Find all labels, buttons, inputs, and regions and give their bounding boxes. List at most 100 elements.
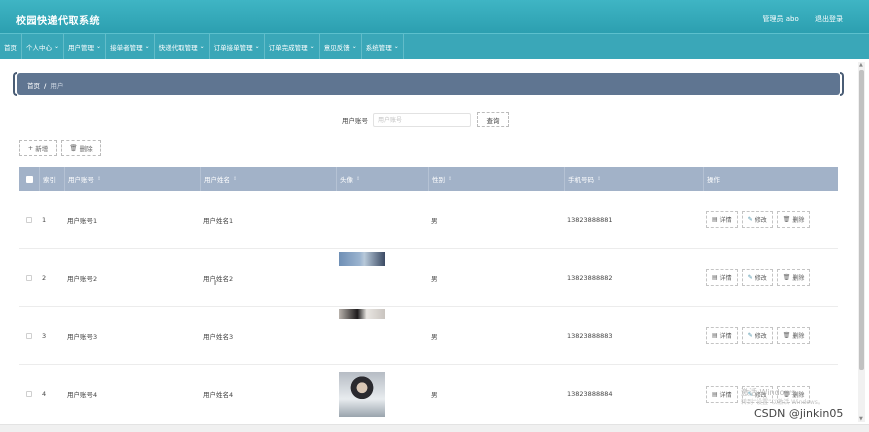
search-button[interactable]: 查询 — [477, 112, 509, 127]
row-edit-button[interactable]: ✎ 修改 — [741, 211, 773, 228]
col-gender-header[interactable]: 性别 ⇕ — [428, 167, 564, 191]
row-name: 用户姓名2 — [203, 274, 234, 283]
nav-item-8[interactable]: 系统管理 ⌄ — [362, 34, 404, 59]
row-phone: 13823888883 — [567, 331, 613, 340]
user-avatar-image — [339, 371, 385, 417]
app-root: 校园快递代取系统 管理员 abo 退出登录 首页 个人中心 ⌄ 用户管理 ⌄ 接单者管理 ⌄… — [0, 0, 869, 432]
main-nav: 首页 个人中心 ⌄ 用户管理 ⌄ 接单者管理 ⌄ 快递代取管理 ⌄ 订单接单管理 ⌄ 订单完成管理 ⌄ 意… — [0, 33, 869, 59]
search-input[interactable] — [373, 113, 471, 127]
row-phone: 13823888882 — [567, 273, 613, 282]
vertical-scrollbar[interactable]: ▲ ▼ — [858, 62, 865, 422]
row-account: 用户账号3 — [67, 332, 98, 341]
row-delete-button[interactable]: 🗑 删除 — [776, 269, 811, 286]
row-index: 4 — [42, 390, 47, 398]
col-account-header[interactable]: 用户账号 ⇕ — [64, 167, 200, 191]
doc-icon: ▤ — [712, 216, 718, 223]
select-all-checkbox[interactable] — [25, 175, 33, 183]
row-detail-button[interactable]: ▤ 详情 — [706, 269, 738, 286]
chevron-down-icon: ⌄ — [309, 43, 315, 50]
sort-icon: ⇕ — [97, 176, 102, 182]
row-delete-button[interactable]: 🗑 删除 — [776, 211, 811, 228]
col-name-header[interactable]: 用户姓名 ⇕ — [200, 167, 336, 191]
row-gender: 男 — [431, 332, 438, 341]
nav-item-2[interactable]: 用户管理 ⌄ — [64, 34, 107, 59]
current-user-label[interactable]: 管理员 abo — [763, 15, 799, 23]
scroll-down-icon[interactable]: ▼ — [859, 416, 863, 422]
breadcrumb-home[interactable]: 首页 — [27, 82, 40, 90]
plus-icon: + — [27, 144, 34, 152]
breadcrumb-separator: / — [44, 82, 47, 90]
row-phone: 13823888881 — [567, 215, 613, 224]
nav-item-3[interactable]: 接单者管理 ⌄ — [106, 34, 155, 59]
row-account: 用户账号2 — [67, 274, 98, 283]
trash-icon: 🗑 — [782, 274, 791, 281]
pencil-icon: ✎ — [747, 216, 753, 223]
row-checkbox[interactable] — [26, 216, 32, 223]
doc-icon: ▤ — [712, 274, 718, 281]
app-title: 校园快递代取系统 — [16, 16, 100, 27]
chevron-down-icon: ⌄ — [54, 43, 60, 50]
doc-icon: ▤ — [712, 390, 718, 398]
col-phone-header[interactable]: 手机号码 ⇕ — [564, 167, 703, 191]
col-actions-header: 操作 — [707, 176, 720, 184]
table-row: 2 用户账号2 用户姓名2 男 13823888882 ▤ 详情 ✎ 修改 🗑 删除 — [19, 249, 838, 307]
col-avatar-header[interactable]: 头像 ⇕ — [336, 167, 428, 191]
row-detail-button[interactable]: ▤ 详情 — [706, 327, 738, 344]
trash-icon: 🗑 — [782, 332, 791, 339]
row-account: 用户账号1 — [67, 216, 98, 225]
sort-icon: ⇕ — [448, 176, 453, 182]
scroll-up-icon[interactable]: ▲ — [859, 62, 863, 68]
chevron-down-icon: ⌄ — [199, 43, 205, 50]
bulk-delete-button[interactable]: 🗑 删除 — [61, 140, 101, 156]
chevron-down-icon: ⌄ — [96, 43, 102, 50]
sort-icon: ⇕ — [356, 176, 361, 182]
user-table: 索引 用户账号 ⇕ 用户姓名 ⇕ 头像 ⇕ 性别 ⇕ 手机号码 ⇕ 操作 1 用户账号1 用户… — [19, 167, 838, 423]
breadcrumb: 首页 / 用户 — [13, 72, 844, 96]
table-row: 3 用户账号3 用户姓名3 男 13823888883 ▤ 详情 ✎ 修改 🗑 删除 — [19, 307, 838, 365]
text-cursor-icon: I — [214, 279, 217, 287]
windows-activation-watermark: 激活 Windows 转到“设置”以激活 Windows。 — [741, 388, 824, 406]
chevron-down-icon: ⌄ — [144, 43, 150, 50]
trash-icon: 🗑 — [782, 216, 791, 223]
pencil-icon: ✎ — [747, 274, 753, 281]
chevron-down-icon: ⌄ — [351, 43, 357, 50]
row-gender: 男 — [431, 391, 438, 399]
row-checkbox[interactable] — [26, 274, 32, 281]
row-name: 用户姓名3 — [203, 332, 234, 341]
row-detail-button[interactable]: ▤ 详情 — [706, 385, 738, 403]
table-row: 4 用户账号4 用户姓名4 男 13823888884 ▤ 详情 ✎ 修改 🗑 删除 — [19, 365, 838, 423]
pencil-icon: ✎ — [747, 332, 753, 339]
user-area: 管理员 abo 退出登录 — [749, 14, 843, 24]
search-label: 用户账号 — [342, 117, 368, 125]
bottom-strip — [0, 424, 869, 432]
scrollbar-thumb[interactable] — [859, 70, 864, 370]
row-index: 3 — [42, 331, 47, 340]
row-index: 2 — [42, 273, 47, 282]
csdn-watermark: CSDN @jinkin05 — [754, 407, 844, 420]
user-avatar-image — [339, 308, 385, 319]
row-name: 用户姓名4 — [203, 391, 234, 399]
row-checkbox[interactable] — [26, 332, 32, 339]
table-body: 1 用户账号1 用户姓名1 男 13823888881 ▤ 详情 ✎ 修改 🗑 删除 2 用户账号2 用户… — [19, 191, 838, 423]
row-index: 1 — [42, 215, 47, 224]
row-name: 用户姓名1 — [203, 216, 234, 225]
row-edit-button[interactable]: ✎ 修改 — [741, 269, 773, 286]
nav-item-4[interactable]: 快递代取管理 ⌄ — [155, 34, 210, 59]
col-index: 索引 — [43, 176, 56, 184]
add-button[interactable]: + 新增 — [19, 140, 57, 156]
doc-icon: ▤ — [712, 332, 718, 339]
logout-link[interactable]: 退出登录 — [815, 15, 843, 23]
row-edit-button[interactable]: ✎ 修改 — [741, 327, 773, 344]
row-detail-button[interactable]: ▤ 详情 — [706, 211, 738, 228]
row-delete-button[interactable]: 🗑 删除 — [776, 327, 811, 344]
nav-item-6[interactable]: 订单完成管理 ⌄ — [265, 34, 320, 59]
bulk-delete-label: 删除 — [79, 145, 93, 153]
nav-item-7[interactable]: 意见反馈 ⌄ — [320, 34, 362, 59]
chevron-down-icon: ⌄ — [254, 43, 260, 50]
nav-item-5[interactable]: 订单接单管理 ⌄ — [210, 34, 265, 59]
row-checkbox[interactable] — [26, 391, 32, 397]
sort-icon: ⇕ — [233, 176, 238, 182]
nav-item-1[interactable]: 个人中心 ⌄ — [22, 34, 65, 59]
nav-item-0[interactable]: 首页 — [0, 34, 22, 59]
table-row: 1 用户账号1 用户姓名1 男 13823888881 ▤ 详情 ✎ 修改 🗑 删除 — [19, 191, 838, 249]
